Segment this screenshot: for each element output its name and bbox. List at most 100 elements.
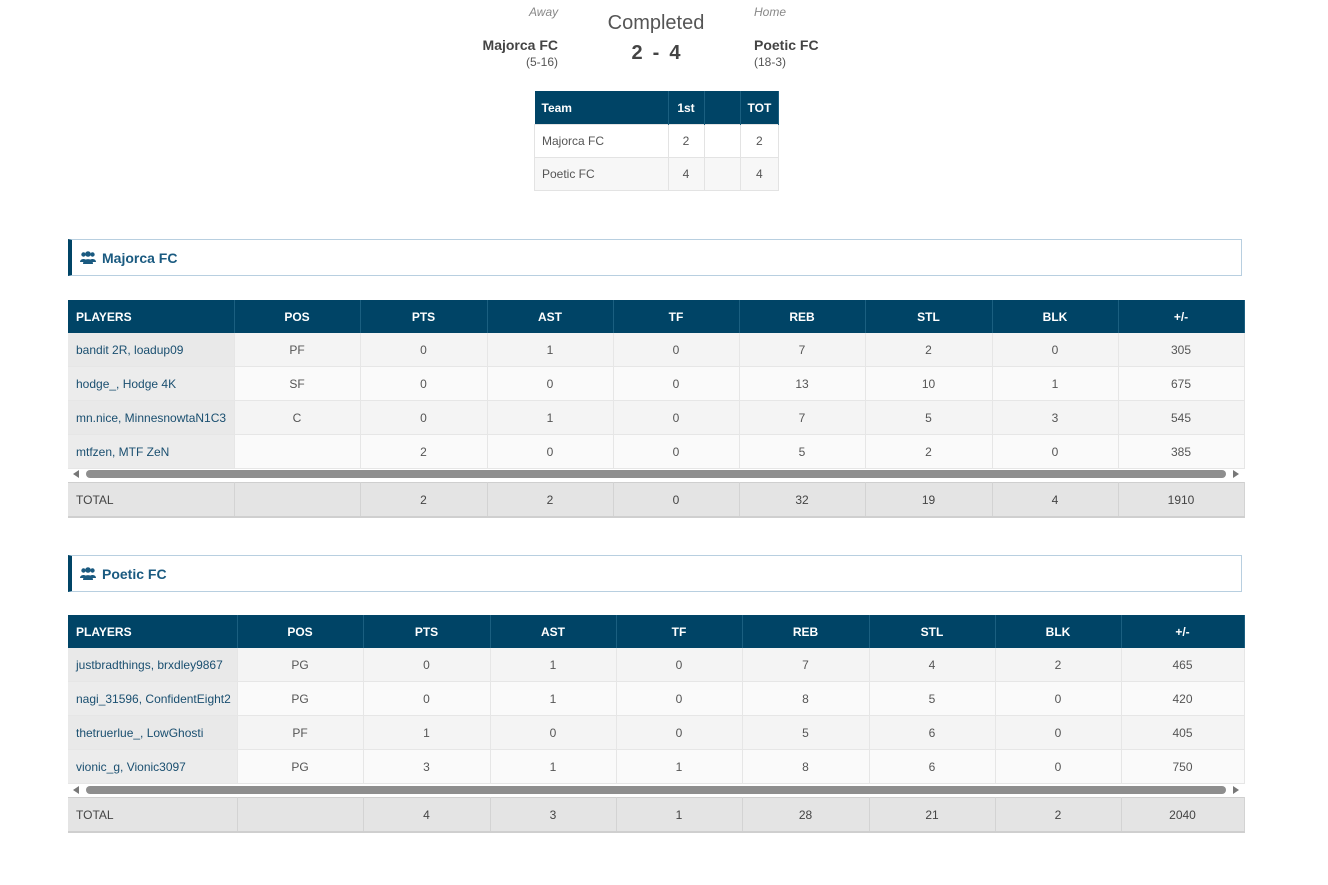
stat-pos	[234, 434, 361, 469]
scroll-left-arrow-icon[interactable]	[73, 470, 79, 478]
stat-tf: 0	[613, 366, 740, 401]
stat-plus-minus: 385	[1118, 434, 1245, 469]
stat-pts: 0	[363, 681, 491, 716]
team-banner-title[interactable]: Majorca FC	[102, 250, 177, 266]
stat-plus-minus: 405	[1121, 715, 1245, 750]
home-team-name[interactable]: Poetic FC	[754, 37, 819, 53]
line-score-col-team: Team	[534, 91, 669, 125]
player-name-link[interactable]: justbradthings, brxdley9867	[68, 648, 238, 682]
stat-ast: 0	[487, 434, 614, 469]
team-banner-title[interactable]: Poetic FC	[102, 566, 167, 582]
stat-pos: SF	[234, 366, 361, 401]
total-pts: 2	[360, 482, 488, 518]
player-name-link[interactable]: hodge_, Hodge 4K	[68, 366, 235, 401]
stat-stl: 4	[869, 648, 996, 682]
col-blk[interactable]: BLK	[992, 300, 1119, 333]
line-score-col-tot: TOT	[740, 91, 780, 125]
player-row: thetruerlue_, LowGhosti PF 1 0 0 5 6 0 4…	[68, 715, 1245, 750]
col-stl[interactable]: STL	[869, 615, 996, 648]
line-score-table: Team 1st TOT Majorca FC 2 2 Poetic FC 4 …	[534, 91, 780, 191]
total-ast: 3	[490, 797, 617, 833]
col-tf[interactable]: TF	[616, 615, 743, 648]
col-plus-minus[interactable]: +/-	[1121, 615, 1245, 648]
player-name-link[interactable]: vionic_g, Vionic3097	[68, 749, 238, 784]
horizontal-scrollbar[interactable]	[68, 467, 1244, 481]
col-ast[interactable]: AST	[487, 300, 614, 333]
line-score-header: Team 1st TOT	[534, 91, 780, 125]
stat-pts: 0	[363, 648, 491, 682]
team-banner-away: Majorca FC	[68, 239, 1242, 276]
stat-plus-minus: 305	[1118, 333, 1245, 367]
horizontal-scrollbar[interactable]	[68, 783, 1244, 797]
scroll-right-arrow-icon[interactable]	[1233, 786, 1239, 794]
line-score-team: Poetic FC	[534, 157, 669, 191]
stat-ast: 0	[490, 715, 617, 750]
player-name-link[interactable]: mtfzen, MTF ZeN	[68, 434, 235, 469]
player-row: bandit 2R, loadup09 PF 0 1 0 7 2 0 305	[68, 333, 1245, 367]
player-name-link[interactable]: nagi_31596, ConfidentEight2	[68, 681, 238, 716]
stat-blk: 0	[995, 715, 1122, 750]
stat-reb: 5	[742, 715, 870, 750]
away-score: 2	[631, 42, 643, 64]
game-status: Completed	[607, 12, 705, 34]
col-pts[interactable]: PTS	[363, 615, 491, 648]
home-label: Home	[754, 5, 787, 19]
stat-stl: 10	[865, 366, 993, 401]
total-tf: 1	[616, 797, 743, 833]
score-separator: -	[652, 42, 660, 64]
total-pos	[237, 797, 364, 833]
line-score-period: 2	[667, 124, 705, 158]
total-blk: 4	[992, 482, 1119, 518]
stat-ast: 1	[487, 400, 614, 435]
stat-blk: 0	[995, 749, 1122, 784]
box-score-table-away: PLAYERS POS PTS AST TF REB STL BLK +/- b…	[68, 300, 1245, 469]
col-ast[interactable]: AST	[490, 615, 617, 648]
stat-reb: 7	[739, 333, 866, 367]
stat-blk: 0	[995, 681, 1122, 716]
home-team-record: (18-3)	[754, 55, 787, 69]
stat-reb: 7	[739, 400, 866, 435]
stat-reb: 13	[739, 366, 866, 401]
box-header-row: PLAYERS POS PTS AST TF REB STL BLK +/-	[68, 615, 1245, 648]
col-tf[interactable]: TF	[613, 300, 740, 333]
stat-ast: 1	[487, 333, 614, 367]
stat-pts: 0	[360, 366, 488, 401]
scrollbar-thumb[interactable]	[86, 470, 1226, 478]
col-reb[interactable]: REB	[739, 300, 866, 333]
line-score-total: 4	[739, 157, 780, 191]
col-pos[interactable]: POS	[234, 300, 361, 333]
line-score-row: Poetic FC 4 4	[534, 157, 780, 191]
stat-tf: 0	[613, 333, 740, 367]
total-pos	[234, 482, 361, 518]
player-name-link[interactable]: bandit 2R, loadup09	[68, 333, 235, 367]
col-pts[interactable]: PTS	[360, 300, 488, 333]
player-name-link[interactable]: mn.nice, MinnesnowtaN1C3	[68, 400, 235, 435]
col-blk[interactable]: BLK	[995, 615, 1122, 648]
col-players[interactable]: PLAYERS	[68, 615, 238, 648]
col-plus-minus[interactable]: +/-	[1118, 300, 1245, 333]
stat-reb: 8	[742, 749, 870, 784]
line-score-col-1st: 1st	[668, 91, 705, 125]
stat-tf: 0	[616, 648, 743, 682]
stat-stl: 2	[865, 434, 993, 469]
col-players[interactable]: PLAYERS	[68, 300, 235, 333]
final-score: 2-4	[556, 42, 756, 65]
totals-row-away: TOTAL 2 2 0 32 19 4 1910	[68, 482, 1245, 518]
line-score-period	[703, 157, 741, 191]
stat-reb: 8	[742, 681, 870, 716]
scroll-right-arrow-icon[interactable]	[1233, 470, 1239, 478]
box-score-table-home: PLAYERS POS PTS AST TF REB STL BLK +/- j…	[68, 615, 1245, 784]
totals-row: TOTAL 4 3 1 28 21 2 2040	[68, 797, 1245, 833]
scroll-left-arrow-icon[interactable]	[73, 786, 79, 794]
player-name-link[interactable]: thetruerlue_, LowGhosti	[68, 715, 238, 750]
col-pos[interactable]: POS	[237, 615, 364, 648]
totals-row: TOTAL 2 2 0 32 19 4 1910	[68, 482, 1245, 518]
col-stl[interactable]: STL	[865, 300, 993, 333]
stat-reb: 7	[742, 648, 870, 682]
stat-tf: 0	[613, 400, 740, 435]
col-reb[interactable]: REB	[742, 615, 870, 648]
player-row: nagi_31596, ConfidentEight2 PG 0 1 0 8 5…	[68, 681, 1245, 716]
away-team-name[interactable]: Majorca FC	[483, 37, 558, 53]
away-team-record: (5-16)	[525, 55, 558, 69]
scrollbar-thumb[interactable]	[86, 786, 1226, 794]
